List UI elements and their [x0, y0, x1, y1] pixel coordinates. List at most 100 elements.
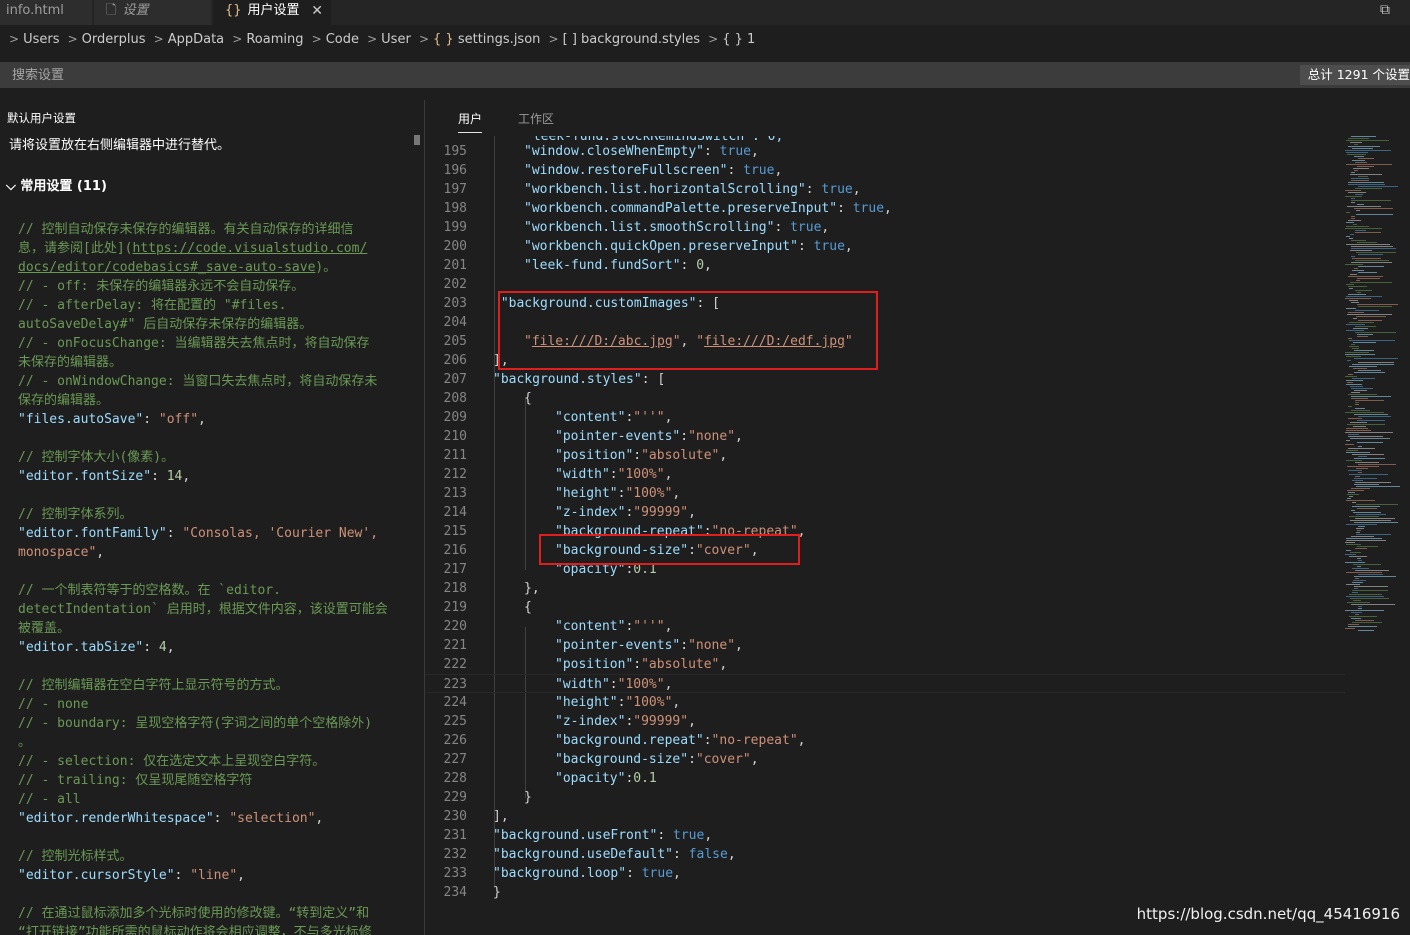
minimap-line: [1355, 482, 1391, 483]
code-line: 212 "width":"100%",: [425, 465, 1345, 484]
minimap-line: [1352, 506, 1380, 507]
minimap-line: [1345, 190, 1361, 191]
minimap-line: [1356, 486, 1400, 487]
minimap-line: [1351, 262, 1392, 263]
code-line: monospace",: [18, 543, 408, 562]
tab-user-settings[interactable]: {} 用户设置 ✕: [213, 0, 331, 25]
breadcrumb-item[interactable]: Users: [23, 32, 59, 47]
code-token: "none": [688, 638, 736, 653]
minimap-line: [1358, 574, 1383, 575]
code-token: // 在通过鼠标添加多个光标时使用的修改键。“转到定义”和: [18, 906, 370, 921]
chevron-right-icon: >: [418, 32, 430, 46]
breadcrumb-item[interactable]: 1: [747, 32, 755, 47]
line-number: 228: [443, 771, 467, 786]
breadcrumb-item[interactable]: settings.json: [458, 32, 541, 47]
chevron-right-icon: >: [153, 32, 164, 46]
code-token: )。: [315, 260, 337, 275]
minimap-line: [1358, 446, 1362, 447]
settings-json-editor[interactable]: "leek-fund.stockRemindSwitch": 0, 195 "wi…: [425, 136, 1345, 935]
code-line: // 控制编辑器在空白字符上显示符号的方式。: [18, 676, 408, 695]
code-token: :: [680, 638, 689, 653]
minimap-line: [1348, 192, 1366, 193]
tab-user[interactable]: 用户: [458, 110, 483, 133]
minimap-line: [1352, 160, 1365, 161]
breadcrumb-item[interactable]: Roaming: [246, 32, 303, 47]
code-token: "absolute": [641, 448, 720, 463]
tab-workspace[interactable]: 工作区: [518, 110, 554, 127]
minimap-line: [1356, 210, 1360, 211]
line-number: 211: [443, 448, 467, 463]
code-token: // - onFocusChange: 当编辑器失去焦点时，将自动保存: [18, 336, 370, 351]
code-token: ,: [719, 657, 728, 672]
default-settings-pane: 默认用户设置 请将设置放在右侧编辑器中进行替代。 ⌵ 常用设置 (11) // …: [0, 100, 412, 935]
search-input[interactable]: [0, 62, 1300, 88]
breadcrumb-item[interactable]: Orderplus: [82, 32, 146, 47]
code-text: "leek-fund.fundSort": 0,: [524, 256, 712, 275]
code-token: :: [797, 239, 814, 254]
tab-label: 用户设置: [247, 3, 300, 18]
minimap-line: [1354, 576, 1396, 577]
breadcrumb-item[interactable]: AppData: [168, 32, 224, 47]
breadcrumb-item[interactable]: background.styles: [581, 32, 700, 47]
minimap-line: [1347, 360, 1351, 361]
minimap[interactable]: [1345, 136, 1410, 636]
scrollbar-thumb[interactable]: [414, 135, 420, 145]
code-text: "background.loop": true,: [493, 864, 681, 883]
minimap-line: [1349, 474, 1388, 475]
minimap-line: [1346, 460, 1362, 461]
code-token: detectIndentation` 启用时，根据文件内容，该设置可能会: [18, 602, 388, 617]
code-token: // - all: [18, 792, 81, 807]
code-text: "workbench.commandPalette.preserveInput"…: [524, 199, 892, 218]
minimap-line: [1348, 294, 1366, 295]
tab-settings[interactable]: 🗋 设置: [94, 0, 212, 25]
code-token: 4: [158, 640, 167, 655]
minimap-line: [1351, 388, 1373, 389]
code-token: "99999": [633, 505, 689, 520]
code-line: 222 "position":"absolute",: [425, 655, 1345, 674]
minimap-line: [1354, 144, 1358, 145]
close-icon[interactable]: ✕: [311, 0, 323, 22]
minimap-line: [1351, 198, 1355, 199]
minimap-line: [1357, 304, 1398, 305]
minimap-line: [1354, 484, 1379, 485]
minimap-line: [1356, 504, 1398, 505]
minimap-line: [1348, 374, 1353, 375]
code-token: 0: [696, 258, 705, 273]
minimap-line: [1348, 182, 1384, 183]
minimap-line: [1345, 298, 1371, 299]
code-token: "workbench.commandPalette.preserveInput": [524, 201, 838, 216]
minimap-line: [1347, 490, 1364, 491]
code-token: "100%": [617, 467, 665, 482]
section-header-common[interactable]: ⌵ 常用设置 (11): [6, 175, 107, 194]
minimap-line: [1346, 450, 1358, 451]
code-line: // - afterDelay: 将在配置的 "#files.: [18, 296, 408, 315]
tab-info-html[interactable]: info.html: [0, 0, 93, 25]
code-token: // 控制光标样式。: [18, 849, 133, 864]
minimap-line: [1350, 598, 1389, 599]
code-token: // 控制编辑器在空白字符上显示符号的方式。: [18, 678, 289, 693]
minimap-line: [1358, 176, 1368, 177]
line-number: 217: [443, 562, 467, 577]
code-token: :: [688, 752, 696, 767]
tab-label: 设置: [122, 3, 149, 18]
minimap-line: [1348, 434, 1359, 435]
breadcrumb-item[interactable]: User: [381, 32, 411, 47]
minimap-line: [1352, 454, 1384, 455]
minimap-line: [1358, 254, 1383, 255]
minimap-line: [1351, 202, 1355, 203]
minimap-line: [1345, 412, 1384, 413]
breadcrumb-item[interactable]: Code: [326, 32, 359, 47]
code-token: true: [641, 866, 674, 881]
code-line: // 控制光标样式。: [18, 847, 408, 866]
code-token: 未保存的编辑器。: [18, 355, 123, 370]
code-token: "height": [555, 695, 618, 710]
code-text: "height":"100%",: [555, 693, 680, 712]
code-line: "editor.tabSize": 4,: [18, 638, 408, 657]
minimap-line: [1354, 358, 1398, 359]
code-token: ,: [735, 638, 743, 653]
code-text: "background.repeat":"no-repeat",: [555, 731, 805, 750]
open-settings-json-icon[interactable]: ⧉: [1380, 2, 1390, 18]
minimap-line: [1351, 618, 1361, 619]
